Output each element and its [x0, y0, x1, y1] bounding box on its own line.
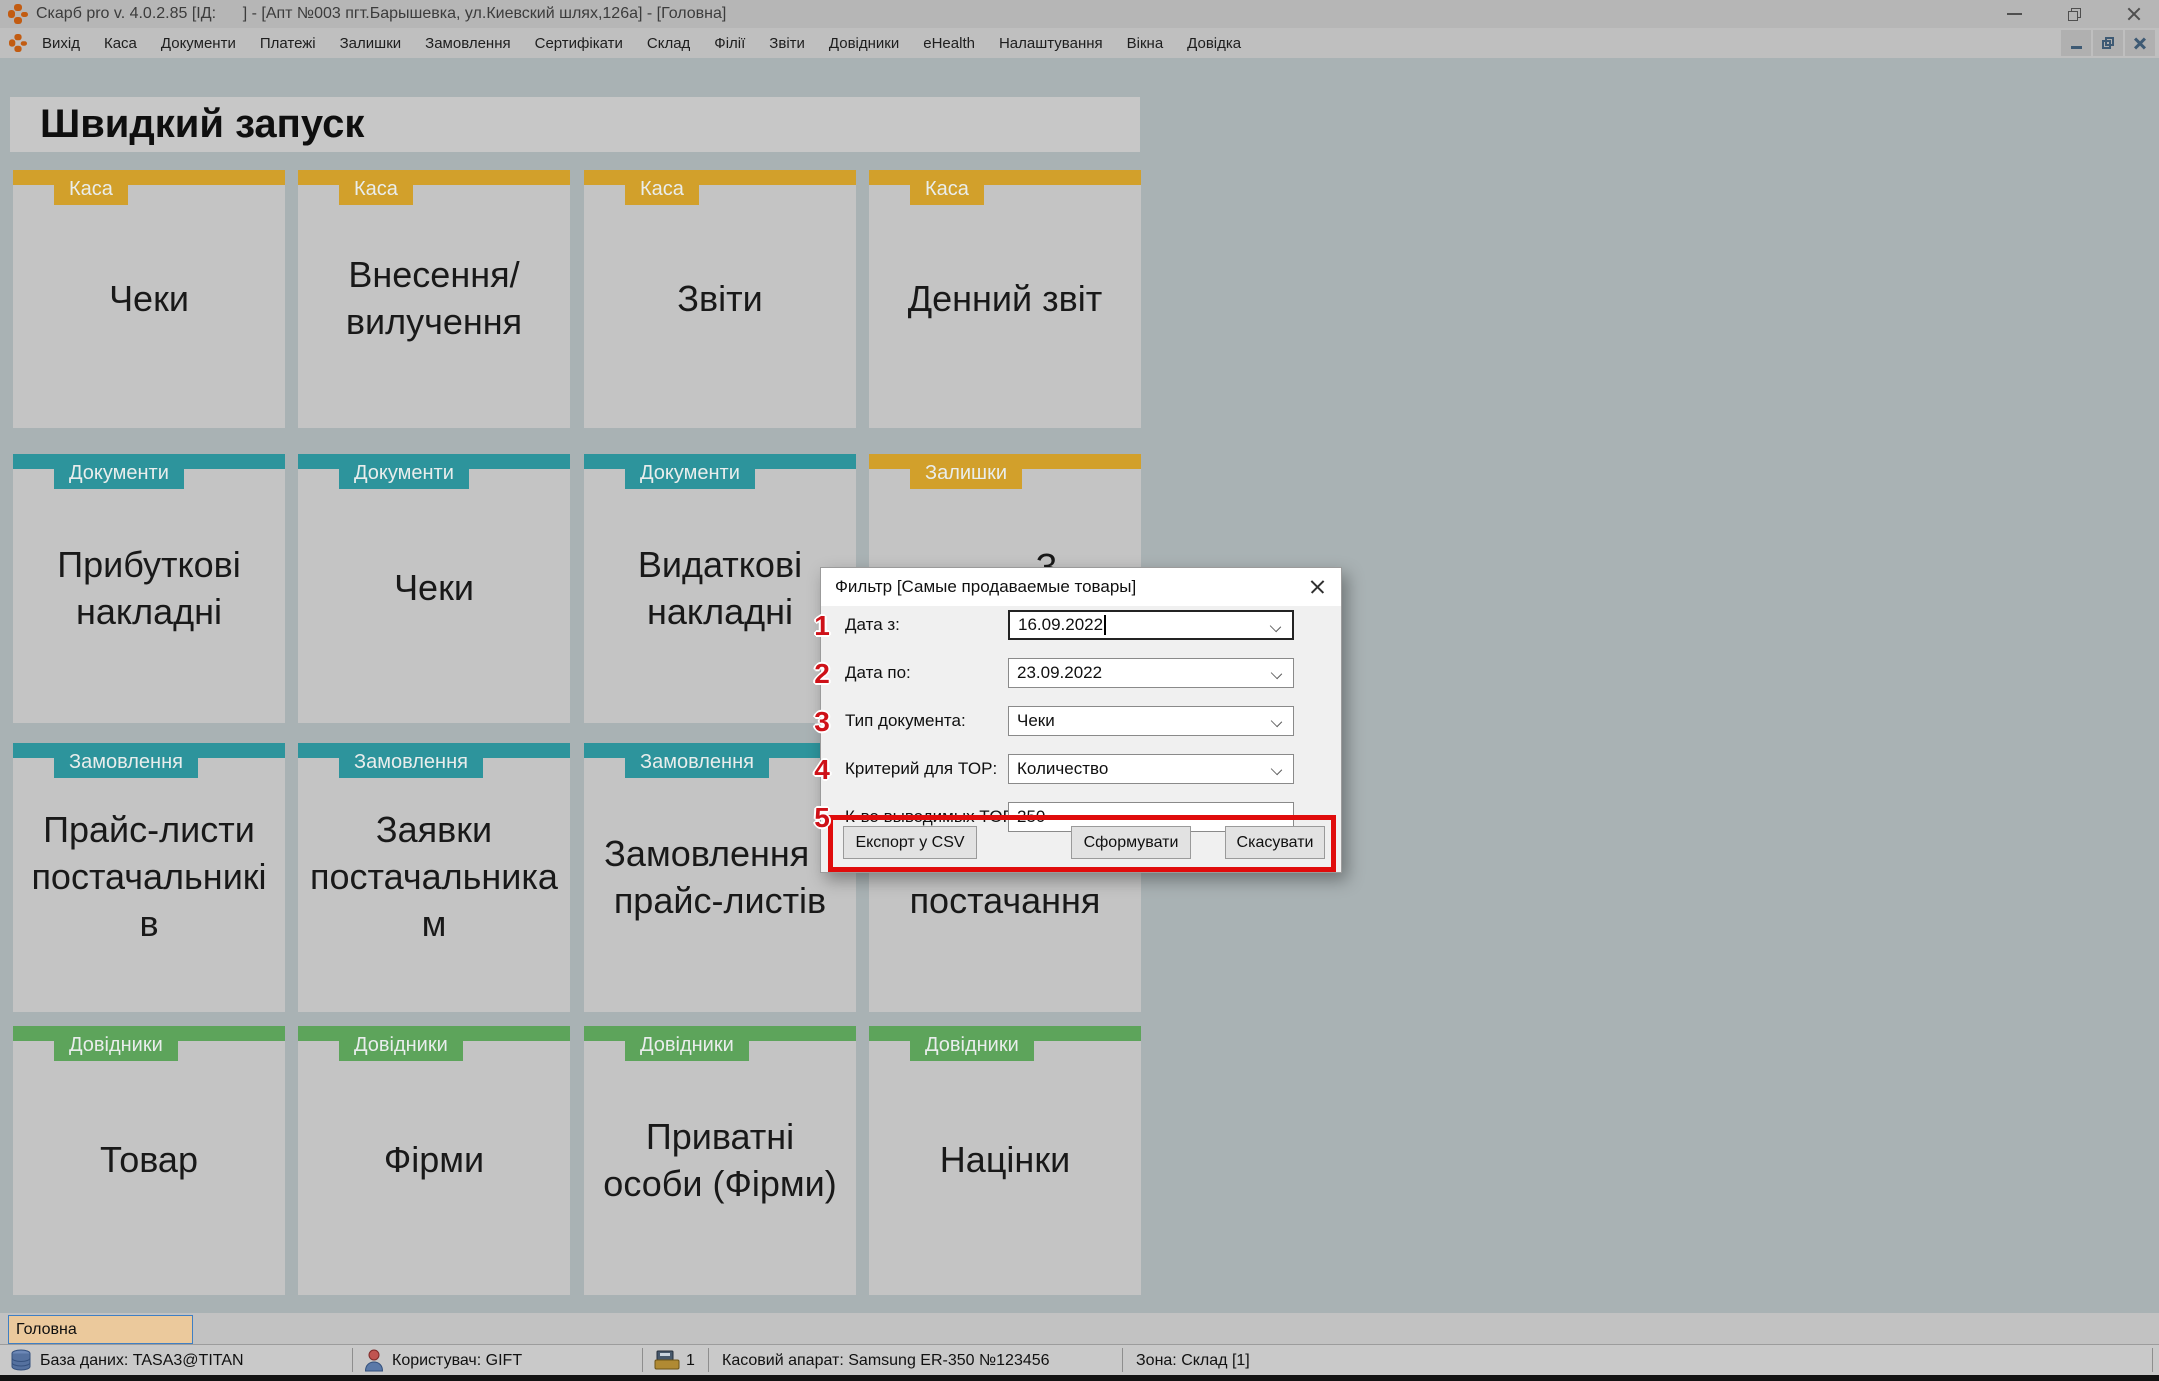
- menu-item-kasa[interactable]: Каса: [104, 35, 137, 52]
- page-title: Швидкий запуск: [40, 102, 365, 146]
- status-bar: База даних: TASA3@TITAN Користувач: GIFT…: [0, 1344, 2159, 1375]
- tab-golovna[interactable]: Головна: [8, 1315, 193, 1344]
- annotation-number-4: 4: [814, 754, 830, 785]
- app-window: Скарб pro v. 4.0.2.85 [ІД: ] - [Апт №003…: [0, 0, 2159, 1381]
- tile-dov-tovar[interactable]: Довідники Товар: [13, 1026, 285, 1295]
- dialog-title: Фильтр [Самые продаваемые товары]: [835, 577, 1137, 596]
- tile-dov-natsinky[interactable]: Довідники Націнки: [869, 1026, 1141, 1295]
- tile-label: Внесення/вилучення: [345, 254, 523, 342]
- cash-register-icon: [654, 1350, 680, 1370]
- tile-label: Денний звіт: [907, 277, 1103, 319]
- menu-item-zamovlennia[interactable]: Замовлення: [425, 35, 510, 52]
- annotation-number-3: 3: [814, 706, 830, 737]
- chevron-down-icon[interactable]: [1270, 715, 1283, 728]
- date-to-label: Дата по:: [845, 663, 911, 682]
- tile-kasa-zvity[interactable]: Каса Звіти: [584, 170, 856, 428]
- tile-zam-prais-lysty[interactable]: Замовлення Прайс-листи постачальників: [13, 743, 285, 1012]
- status-zone: Зона: Склад [1]: [1136, 1351, 1250, 1369]
- menu-item-filii[interactable]: Філії: [714, 35, 745, 52]
- mdi-minimize-icon[interactable]: [2061, 30, 2091, 56]
- tile-label: Прайс-листи постачальників: [31, 809, 267, 944]
- title-bar: Скарб pro v. 4.0.2.85 [ІД: ] - [Апт №003…: [0, 0, 2159, 28]
- menu-item-nalashtuvannia[interactable]: Налаштування: [999, 35, 1103, 52]
- date-from-label: Дата з:: [845, 615, 900, 634]
- tile-label: Фірми: [383, 1139, 485, 1181]
- menu-item-ehealth[interactable]: eHealth: [923, 35, 975, 52]
- tile-label: Приватні особи (Фірми): [603, 1115, 837, 1204]
- field-row-date-from: 1 Дата з: 16.09.2022: [814, 610, 1341, 641]
- chevron-down-icon[interactable]: [1270, 667, 1283, 680]
- window-bottom-edge: [0, 1375, 2159, 1381]
- filter-dialog: Фильтр [Самые продаваемые товары] 1 Дата…: [814, 567, 1342, 873]
- database-icon: [11, 1349, 31, 1371]
- menu-item-vikna[interactable]: Вікна: [1127, 35, 1164, 52]
- menu-item-vykhid[interactable]: Вихід: [42, 35, 80, 52]
- tile-kasa-cheky[interactable]: Каса Чеки: [13, 170, 285, 428]
- menu-item-platezhi[interactable]: Платежі: [260, 35, 316, 52]
- menu-item-sertyfikaty[interactable]: Сертифікати: [535, 35, 623, 52]
- menu-item-zalyshky[interactable]: Залишки: [340, 35, 402, 52]
- tile-label: Звіти: [677, 277, 763, 319]
- tile-dov-pryvatni-osoby[interactable]: Довідники Приватні особи (Фірми): [584, 1026, 856, 1295]
- doc-type-label: Тип документа:: [845, 711, 966, 730]
- menu-logo-icon: [9, 34, 27, 52]
- annotation-number-2: 2: [814, 658, 830, 689]
- dialog-title-bar[interactable]: Фильтр [Самые продаваемые товары]: [821, 568, 1341, 606]
- window-title: Скарб pro v. 4.0.2.85 [ІД: ] - [Апт №003…: [36, 5, 727, 22]
- top-criterion-label: Критерий для TOP:: [845, 759, 998, 778]
- chevron-down-icon[interactable]: [1269, 620, 1282, 633]
- doc-type-value: Чеки: [1017, 711, 1055, 730]
- tile-doc-cheky[interactable]: Документи Чеки: [298, 454, 570, 723]
- menu-item-sklad[interactable]: Склад: [647, 35, 690, 52]
- chevron-down-icon[interactable]: [1270, 763, 1283, 776]
- annotation-highlight-box: [828, 815, 1336, 872]
- date-from-combobox[interactable]: 16.09.2022: [1008, 610, 1294, 640]
- annotation-number-1: 1: [814, 610, 830, 641]
- minimize-icon[interactable]: [2007, 13, 2022, 15]
- annotation-number-5: 5: [814, 802, 830, 833]
- tile-label: Товар: [100, 1139, 198, 1181]
- tile-kasa-dennyi-zvit[interactable]: Каса Денний звіт: [869, 170, 1141, 428]
- menu-item-zvity[interactable]: Звіти: [769, 35, 805, 52]
- field-row-top-criterion: 4 Критерий для TOP: Количество: [814, 754, 1341, 785]
- doc-type-combobox[interactable]: Чеки: [1008, 706, 1294, 736]
- date-from-value: 16.09.2022: [1018, 615, 1104, 634]
- top-criterion-value: Количество: [1017, 759, 1109, 778]
- tile-label: Заявки постачальникам: [310, 809, 558, 944]
- tile-label: Прибуткові накладні: [57, 543, 241, 632]
- menu-bar: Вихід Каса Документи Платежі Залишки Зам…: [0, 28, 2159, 58]
- date-to-value: 23.09.2022: [1017, 663, 1103, 682]
- status-cash-register: Касовий апарат: Samsung ER-350 №123456: [722, 1351, 1050, 1369]
- text-caret: [1104, 615, 1106, 635]
- date-to-combobox[interactable]: 23.09.2022: [1008, 658, 1294, 688]
- app-logo-icon: [8, 4, 28, 24]
- tile-zam-zaiavky[interactable]: Замовлення Заявки постачальникам: [298, 743, 570, 1012]
- status-register-count: 1: [686, 1351, 695, 1369]
- dialog-close-icon[interactable]: [1307, 577, 1329, 597]
- mdi-close-icon[interactable]: [2125, 30, 2155, 56]
- top-criterion-combobox[interactable]: Количество: [1008, 754, 1294, 784]
- menu-items: Вихід Каса Документи Платежі Залишки Зам…: [42, 35, 1241, 52]
- restore-icon[interactable]: [2068, 7, 2081, 21]
- status-database: База даних: TASA3@TITAN: [40, 1351, 244, 1369]
- status-user: Користувач: GIFT: [392, 1351, 523, 1369]
- field-row-doc-type: 3 Тип документа: Чеки: [814, 706, 1341, 737]
- tile-kasa-vnesennia[interactable]: Каса Внесення/вилучення: [298, 170, 570, 428]
- tile-dov-firmy[interactable]: Довідники Фірми: [298, 1026, 570, 1295]
- tile-label: Чеки: [394, 567, 474, 609]
- user-icon: [364, 1349, 384, 1372]
- tile-label: Чеки: [109, 277, 189, 319]
- tab-strip: Головна: [0, 1313, 2159, 1344]
- menu-item-dovidka[interactable]: Довідка: [1187, 35, 1241, 52]
- tile-label: Націнки: [939, 1139, 1071, 1181]
- quick-launch-panel: Швидкий запуск: [10, 97, 1140, 152]
- menu-item-dokumenty[interactable]: Документи: [161, 35, 236, 52]
- tile-doc-prybutkovi[interactable]: Документи Прибуткові накладні: [13, 454, 285, 723]
- mdi-restore-icon[interactable]: [2093, 30, 2123, 56]
- close-icon[interactable]: [2127, 7, 2141, 21]
- field-row-date-to: 2 Дата по: 23.09.2022: [814, 658, 1341, 689]
- menu-item-dovidnyky[interactable]: Довідники: [829, 35, 899, 52]
